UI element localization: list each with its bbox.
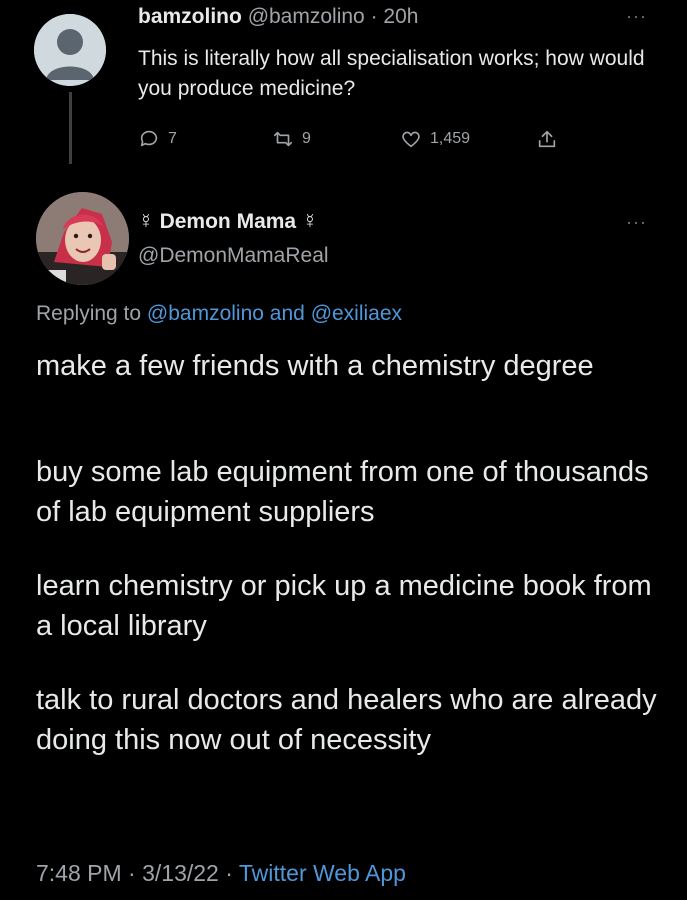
reply-icon (140, 130, 158, 147)
share-action[interactable] (536, 128, 558, 150)
mention-joiner: and (269, 302, 305, 325)
reply-handle[interactable]: @DemonMamaReal (138, 244, 329, 268)
tweet-timestamp[interactable]: 7:48 PM · 3/13/22 · (36, 860, 233, 886)
mention-link-exiliaex[interactable]: @exiliaex (311, 302, 402, 325)
reply-count: 7 (168, 130, 177, 147)
like-count: 1,459 (430, 130, 471, 147)
tweet-footer: 7:48 PM · 3/13/22 · Twitter Web App (36, 860, 406, 887)
reply-paragraph-4: talk to rural doctors and healers who ar… (36, 684, 657, 756)
reply-paragraph-3: learn chemistry or pick up a medicine bo… (36, 570, 652, 642)
default-profile-icon (34, 14, 106, 86)
heart-icon (402, 131, 420, 148)
parent-more-icon[interactable]: ··· (626, 6, 647, 27)
reply-action[interactable]: 7 (138, 128, 177, 150)
user-photo-avatar-icon (36, 192, 129, 285)
parent-tweet-text: This is literally how all specialisation… (138, 47, 645, 100)
parent-separator: · (370, 5, 378, 28)
thread-line (69, 92, 72, 164)
reply-more-icon[interactable]: ··· (626, 212, 647, 233)
replying-to-line: Replying to @bamzolino and @exiliaex (36, 302, 402, 326)
reply-paragraph-1: make a few friends with a chemistry degr… (36, 350, 594, 382)
retweet-action[interactable]: 9 (272, 128, 311, 150)
replying-to-label: Replying to (36, 302, 142, 325)
reply-avatar[interactable] (36, 192, 129, 285)
like-action[interactable]: 1,459 (400, 128, 470, 150)
parent-header: bamzolino @bamzolino · 20h (138, 5, 418, 29)
share-icon (538, 130, 556, 148)
retweet-icon (273, 131, 293, 147)
mention-link-bamzolino[interactable]: @bamzolino (147, 302, 264, 325)
reply-paragraph-2: buy some lab equipment from one of thous… (36, 456, 649, 528)
parent-handle[interactable]: @bamzolino (248, 5, 365, 28)
tweet-source-link[interactable]: Twitter Web App (239, 860, 406, 886)
retweet-count: 9 (302, 130, 311, 147)
reply-display-name[interactable]: ☿ Demon Mama ☿ (138, 210, 318, 234)
parent-display-name[interactable]: bamzolino (138, 5, 242, 28)
parent-avatar[interactable] (34, 14, 106, 86)
parent-time[interactable]: 20h (383, 5, 418, 28)
